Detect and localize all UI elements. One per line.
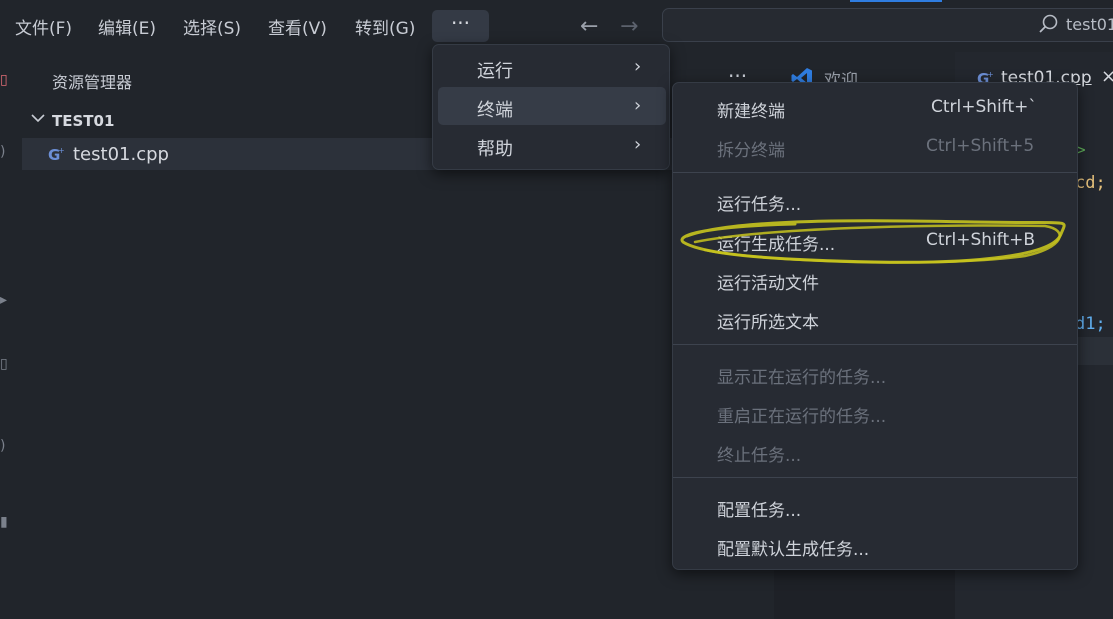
menu-selection[interactable]: 选择(S) [183,14,241,39]
forward-arrow-icon[interactable]: → [620,14,638,39]
menu-view[interactable]: 查看(V) [268,14,327,39]
menu-item-run-active-file[interactable]: 运行活动文件 [717,269,819,294]
chevron-right-icon: › [634,134,642,155]
close-icon[interactable]: × [1101,66,1113,87]
folder-name: TEST01 [52,112,115,130]
menu-item-configure-tasks[interactable]: 配置任务... [717,496,801,521]
chevron-right-icon: › [634,56,642,77]
menu-item-restart-running-task[interactable]: 重启正在运行的任务... [717,402,886,427]
code-fragment: cd; [1075,173,1106,193]
menu-separator [673,477,1077,478]
menu-item-new-terminal[interactable]: 新建终端 [717,97,785,122]
shortcut-new-terminal: Ctrl+Shift+` [931,97,1037,117]
title-accent-strip [850,0,942,2]
explorer-title: 资源管理器 [52,73,133,92]
cpp-file-icon: G + [48,146,65,163]
back-arrow-icon[interactable]: ← [580,14,598,39]
chevron-down-icon[interactable] [30,110,46,126]
menu-item-split-terminal[interactable]: 拆分终端 [717,136,785,161]
remote-activity-icon[interactable]: ) [0,438,5,454]
menu-item-configure-default-build-task[interactable]: 配置默认生成任务... [717,535,869,560]
menu-item-terminal-highlight[interactable] [438,87,666,125]
explorer-activity-icon[interactable]: ▯ [0,72,8,88]
highlight-scribble [680,219,1066,264]
menu-file[interactable]: 文件(F) [15,14,72,39]
chevron-right-icon: › [634,95,642,116]
search-activity-icon[interactable]: ) [0,144,5,160]
search-text: test01 [1066,15,1113,34]
shortcut-split-terminal: Ctrl+Shift+5 [926,136,1035,156]
run-debug-activity-icon[interactable]: ▸ [0,292,7,308]
menu-more-button[interactable]: ··· [432,10,489,42]
menu-separator [673,172,1077,173]
file-name: test01.cpp [73,144,169,165]
menu-item-show-running-tasks[interactable]: 显示正在运行的任务... [717,363,886,388]
testing-activity-icon[interactable]: ▮ [0,514,8,530]
extensions-activity-icon[interactable]: ▯ [0,356,8,372]
menu-item-run[interactable]: 运行 [477,57,513,83]
menu-item-terminal[interactable]: 终端 [477,96,513,122]
menu-separator [673,344,1077,345]
menu-item-run-selected-text[interactable]: 运行所选文本 [717,308,819,333]
menu-edit[interactable]: 编辑(E) [98,14,156,39]
svg-text:+: + [58,146,65,155]
menu-go[interactable]: 转到(G) [355,14,415,39]
activity-bar [0,52,22,619]
code-fragment: d1; [1075,314,1106,334]
search-icon [1039,14,1058,33]
menu-item-terminate-task[interactable]: 终止任务... [717,441,801,466]
menu-item-help[interactable]: 帮助 [477,135,513,161]
svg-text:+: + [987,70,994,79]
